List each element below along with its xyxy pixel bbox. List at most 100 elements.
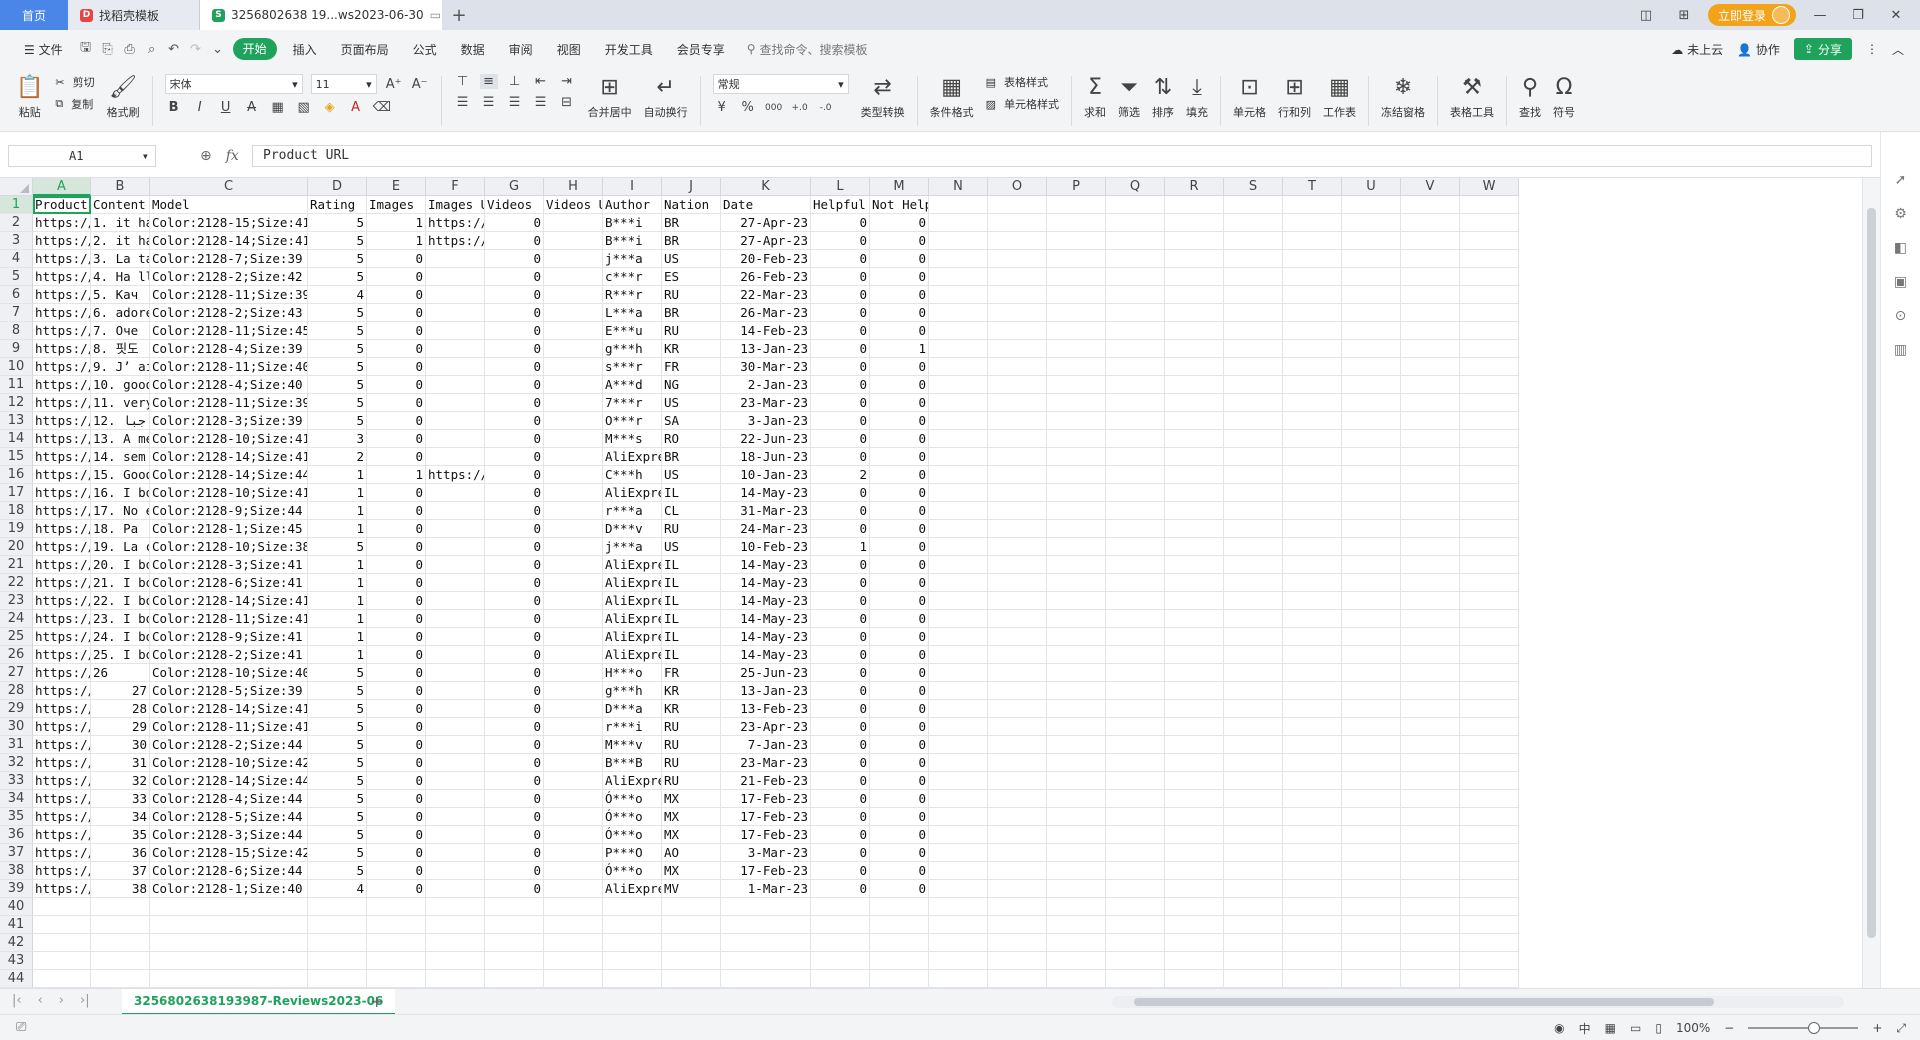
grid-cell[interactable] [544,340,603,358]
grid-cell[interactable]: Rating [308,196,367,214]
grid-cell[interactable]: 5 [308,808,367,826]
grid-cell[interactable]: Color:2128-3;Size:39 [150,412,308,430]
grid-cell[interactable] [1106,736,1165,754]
grid-cell[interactable]: 14-Feb-23 [721,322,811,340]
grid-cell[interactable]: 5. Кач [91,286,150,304]
grid-cell[interactable] [308,934,367,952]
grid-cell[interactable] [426,394,485,412]
grid-cell[interactable] [1047,826,1106,844]
grid-cell[interactable] [426,412,485,430]
grid-cell[interactable] [1401,574,1460,592]
row-header[interactable]: 2 [0,214,33,232]
row-header[interactable]: 44 [0,970,33,988]
grid-cell[interactable]: 0 [485,250,544,268]
add-sheet-button[interactable]: + [370,992,383,1011]
row-header[interactable]: 13 [0,412,33,430]
grid-cell[interactable] [1401,664,1460,682]
freeze-panes-button[interactable]: ❄ 冻结窗格 [1375,72,1431,130]
grid-cell[interactable] [544,574,603,592]
grid-cell[interactable]: 0 [870,286,929,304]
grid-cell[interactable]: Ó***o [603,862,662,880]
grid-cell[interactable]: https://a [426,232,485,250]
grid-cell[interactable] [1401,484,1460,502]
grid-cell[interactable] [929,196,988,214]
grid-cell[interactable]: Color:2128-6;Size:44 [150,862,308,880]
grid-cell[interactable]: 0 [870,358,929,376]
grid-cell[interactable]: 0 [811,700,870,718]
grid-cell[interactable] [1224,862,1283,880]
tab-current-file[interactable]: S 3256802638 19...ws2023-06-30 ▭ ● [200,0,442,30]
grid-cell[interactable]: Color:2128-11;Size:39 [150,394,308,412]
grid-cell[interactable] [1047,412,1106,430]
grid-cell[interactable] [1342,952,1401,970]
grid-cell[interactable] [1106,718,1165,736]
grid-cell[interactable]: 0 [485,772,544,790]
italic-button[interactable]: I [191,100,209,115]
grid-cell[interactable]: 0 [870,484,929,502]
grid-cell[interactable]: 0 [367,340,426,358]
grid-cell[interactable]: Images URL [426,196,485,214]
grid-cell[interactable]: 0 [811,502,870,520]
grid-cell[interactable] [544,484,603,502]
grid-cell[interactable]: 0 [870,592,929,610]
grid-cell[interactable] [929,250,988,268]
grid-cell[interactable] [1283,412,1342,430]
grid-cell[interactable] [929,430,988,448]
grid-cell[interactable] [1460,358,1519,376]
grid-cell[interactable]: 13-Jan-23 [721,682,811,700]
grid-cell[interactable] [1165,754,1224,772]
grid-cell[interactable]: 0 [485,214,544,232]
grid-cell[interactable] [1047,358,1106,376]
grid-cell[interactable] [1401,934,1460,952]
grid-cell[interactable]: https://w [33,844,91,862]
grid-cell[interactable] [1342,358,1401,376]
grid-cell[interactable]: 8. 핏도 [91,340,150,358]
grid-cell[interactable]: Color:2128-11;Size:40 [150,358,308,376]
grid-cell[interactable] [1165,250,1224,268]
grid-cell[interactable]: 0 [870,412,929,430]
grid-cell[interactable] [426,502,485,520]
grid-cell[interactable]: 5 [308,340,367,358]
grid-cell[interactable] [1342,214,1401,232]
grid-cell[interactable] [1342,754,1401,772]
grid-cell[interactable]: Color:2128-10;Size:40 [150,664,308,682]
grid-cell[interactable]: 0 [485,700,544,718]
grid-cell[interactable] [1106,376,1165,394]
vertical-scroll-thumb[interactable] [1867,208,1876,938]
grid-cell[interactable] [988,808,1047,826]
grid-cell[interactable] [721,898,811,916]
grid-cell[interactable]: RU [662,286,721,304]
grid-cell[interactable] [1165,484,1224,502]
grid-cell[interactable]: 0 [485,610,544,628]
grid-cell[interactable] [1165,538,1224,556]
grid-cell[interactable] [1047,286,1106,304]
grid-cell[interactable] [721,970,811,988]
grid-cell[interactable] [1224,358,1283,376]
grid-cell[interactable] [426,574,485,592]
grid-cell[interactable] [1342,430,1401,448]
column-header-n[interactable]: N [929,178,988,196]
grid-cell[interactable]: В***В [603,754,662,772]
grid-cell[interactable] [1106,268,1165,286]
grid-cell[interactable]: Color:2128-11;Size:41 [150,610,308,628]
zoom-slider[interactable] [1748,1022,1859,1034]
grid-cell[interactable] [929,358,988,376]
wrap-text-button[interactable]: ↵ 自动换行 [638,72,694,130]
grid-cell[interactable] [929,772,988,790]
grid-cell[interactable]: 5 [308,304,367,322]
row-header[interactable]: 28 [0,682,33,700]
grid-cell[interactable] [426,610,485,628]
grid-cell[interactable]: Color:2128-2;Size:42 [150,268,308,286]
grid-cell[interactable] [1047,682,1106,700]
grid-cell[interactable] [1283,196,1342,214]
grid-cell[interactable] [929,412,988,430]
row-header[interactable]: 37 [0,844,33,862]
grid-cell[interactable]: 10-Feb-23 [721,538,811,556]
grid-cell[interactable] [929,376,988,394]
grid-cell[interactable] [91,970,150,988]
grid-cell[interactable] [929,898,988,916]
grid-cell[interactable] [1460,916,1519,934]
grid-cell[interactable] [811,916,870,934]
grid-cell[interactable] [929,592,988,610]
grid-cell[interactable]: AliExpres [603,556,662,574]
